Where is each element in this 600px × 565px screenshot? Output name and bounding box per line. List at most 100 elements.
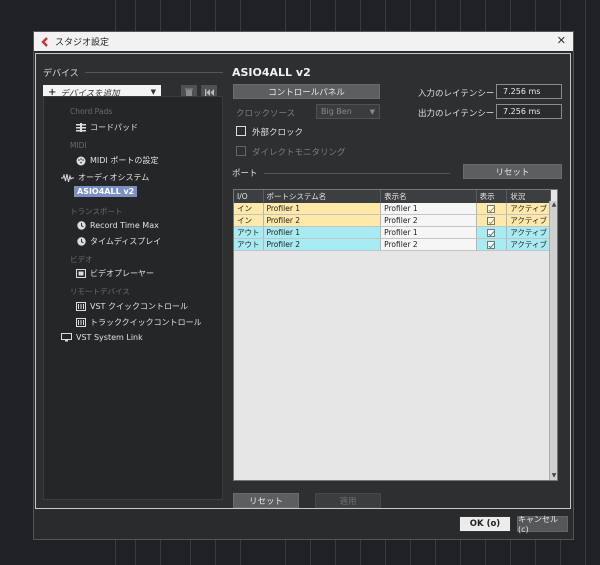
divider bbox=[263, 172, 450, 174]
monitor-icon bbox=[60, 332, 72, 342]
cell-show bbox=[476, 226, 508, 239]
divider bbox=[84, 72, 223, 73]
cell-io: アウト bbox=[234, 238, 264, 251]
tree-item-chord-pads[interactable]: コードパッド bbox=[76, 122, 138, 133]
ok-button[interactable]: OK (o) bbox=[459, 516, 511, 532]
device-title: ASIO4ALL v2 bbox=[232, 66, 311, 79]
clock-source-value: Big Ben bbox=[321, 107, 352, 116]
cell-display-name[interactable]: Profiler 1 bbox=[380, 226, 477, 239]
scroll-down-icon[interactable]: ▼ bbox=[550, 472, 557, 480]
input-latency-label: 入力のレイテンシー bbox=[418, 89, 495, 99]
cancel-button[interactable]: キャンセル (c) bbox=[517, 515, 568, 534]
cell-display-name[interactable]: Profiler 2 bbox=[380, 214, 477, 227]
tree-item-record-time-max[interactable]: Record Time Max bbox=[76, 220, 159, 230]
tree-category-video: ビデオ bbox=[70, 255, 93, 264]
cell-system-name: Profiler 2 bbox=[263, 238, 382, 251]
reset-button-bottom[interactable]: リセット bbox=[233, 493, 299, 508]
table-row[interactable]: イン Profiler 2 Profiler 2 アクティブ bbox=[234, 214, 551, 227]
col-header-display-name[interactable]: 表示名 bbox=[380, 190, 477, 203]
mixer-faders-icon bbox=[76, 302, 86, 312]
ports-table: I/O ポートシステム名 表示名 表示 状況 イン Profiler 1 Pro… bbox=[233, 189, 558, 481]
external-clock-label: 外部クロック bbox=[252, 128, 304, 138]
cell-status: アクティブ bbox=[506, 214, 551, 227]
clock-icon bbox=[76, 237, 86, 247]
tree-item-time-display[interactable]: タイムディスプレイ bbox=[76, 236, 161, 247]
table-row[interactable]: イン Profiler 1 Profiler 1 アクティブ bbox=[234, 203, 551, 215]
cubase-logo-icon bbox=[40, 36, 50, 47]
cell-io: イン bbox=[234, 214, 264, 227]
cell-io: イン bbox=[234, 203, 264, 215]
mixer-faders-icon bbox=[76, 318, 86, 328]
tree-item-asio4all[interactable]: ASIO4ALL v2 bbox=[74, 186, 138, 197]
caret-down-icon: ▼ bbox=[150, 88, 156, 96]
scroll-up-icon[interactable]: ▲ bbox=[550, 201, 557, 209]
show-checkbox[interactable] bbox=[487, 241, 496, 249]
show-checkbox[interactable] bbox=[487, 217, 496, 225]
tree-item-vst-system-link[interactable]: VST System Link bbox=[60, 332, 143, 342]
tree-item-label: Record Time Max bbox=[90, 220, 159, 230]
tree-category-remote-devices: リモートデバイス bbox=[70, 287, 130, 296]
show-checkbox[interactable] bbox=[487, 229, 496, 237]
window-title: スタジオ設定 bbox=[55, 38, 110, 48]
clock-source-select[interactable]: Big Ben ▼ bbox=[316, 104, 380, 119]
cell-status: アクティブ bbox=[506, 226, 551, 239]
tree-item-label: トラッククイックコントロール bbox=[90, 318, 202, 327]
tree-item-audio-system[interactable]: オーディオシステム bbox=[60, 172, 149, 183]
waveform-icon bbox=[60, 173, 74, 183]
ports-header: ポート bbox=[232, 167, 450, 179]
midi-port-icon bbox=[76, 156, 86, 166]
tree-item-label: タイムディスプレイ bbox=[90, 237, 162, 246]
cell-system-name: Profiler 2 bbox=[263, 214, 382, 227]
cell-status: アクティブ bbox=[506, 238, 551, 251]
tree-item-label: ビデオプレーヤー bbox=[90, 269, 154, 278]
external-clock-checkbox[interactable] bbox=[236, 126, 246, 136]
devices-header-label: デバイス bbox=[43, 69, 79, 79]
cell-system-name: Profiler 1 bbox=[263, 203, 382, 215]
studio-settings-dialog: スタジオ設定 ✕ デバイス + デバイスを追加 ▼ Chord Pads コード… bbox=[33, 31, 574, 540]
tree-item-label-selected: ASIO4ALL v2 bbox=[74, 186, 138, 197]
caret-down-icon: ▼ bbox=[369, 108, 375, 116]
cell-display-name[interactable]: Profiler 1 bbox=[380, 203, 477, 215]
tree-item-vst-quick-controls[interactable]: VST クイックコントロール bbox=[76, 301, 188, 312]
cell-system-name: Profiler 1 bbox=[263, 226, 382, 239]
ports-label: ポート bbox=[232, 169, 258, 179]
tree-item-label: VST System Link bbox=[76, 332, 143, 342]
table-scrollbar[interactable]: ▲ ▼ bbox=[549, 201, 557, 480]
col-header-status[interactable]: 状況 bbox=[506, 190, 551, 203]
col-header-io[interactable]: I/O bbox=[234, 190, 264, 203]
show-checkbox[interactable] bbox=[487, 205, 496, 213]
apply-button[interactable]: 適用 bbox=[315, 493, 381, 508]
tree-item-track-quick-controls[interactable]: トラッククイックコントロール bbox=[76, 317, 202, 328]
close-icon[interactable]: ✕ bbox=[557, 35, 566, 47]
tree-item-video-player[interactable]: ビデオプレーヤー bbox=[76, 268, 154, 279]
cell-display-name[interactable]: Profiler 2 bbox=[380, 238, 477, 251]
direct-monitoring-checkbox[interactable] bbox=[236, 146, 246, 156]
input-latency-value: 7.256 ms bbox=[496, 84, 562, 99]
devices-header: デバイス bbox=[43, 66, 223, 79]
title-bar: スタジオ設定 ✕ bbox=[34, 32, 573, 51]
chord-pads-icon bbox=[76, 123, 86, 133]
table-row[interactable]: アウト Profiler 2 Profiler 2 アクティブ bbox=[234, 238, 551, 251]
rewind-icon bbox=[204, 89, 214, 96]
clock-icon bbox=[76, 220, 86, 230]
tree-item-label: コードパッド bbox=[90, 123, 138, 132]
col-header-show[interactable]: 表示 bbox=[476, 190, 508, 203]
clock-source-label: クロックソース bbox=[236, 109, 296, 119]
tree-item-label: オーディオシステム bbox=[78, 173, 150, 182]
content-area: デバイス + デバイスを追加 ▼ Chord Pads コードパッド MIDI … bbox=[35, 53, 571, 509]
cell-show bbox=[476, 214, 508, 227]
tree-item-label: VST クイックコントロール bbox=[90, 302, 188, 311]
device-settings-panel: ASIO4ALL v2 コントロールパネル 入力のレイテンシー 7.256 ms… bbox=[232, 66, 562, 508]
col-header-port-system-name[interactable]: ポートシステム名 bbox=[263, 190, 382, 203]
tree-category-chord-pads: Chord Pads bbox=[70, 107, 113, 116]
reset-button-top[interactable]: リセット bbox=[463, 164, 562, 179]
output-latency-value: 7.256 ms bbox=[496, 104, 562, 119]
film-frame-icon bbox=[76, 269, 86, 279]
tree-item-label: MIDI ポートの設定 bbox=[90, 156, 159, 165]
output-latency-label: 出力のレイテンシー bbox=[418, 109, 495, 119]
tree-item-midi-port-setup[interactable]: MIDI ポートの設定 bbox=[76, 155, 158, 166]
tree-category-transport: トランスポート bbox=[70, 207, 123, 216]
table-row[interactable]: アウト Profiler 1 Profiler 1 アクティブ bbox=[234, 226, 551, 239]
cell-show bbox=[476, 203, 508, 215]
control-panel-button[interactable]: コントロールパネル bbox=[233, 84, 380, 99]
